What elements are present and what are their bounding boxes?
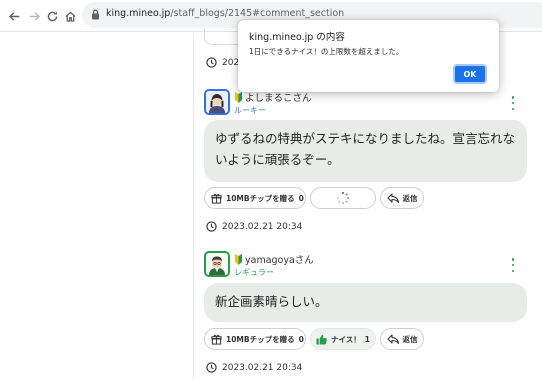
tip-count: 0 (298, 334, 304, 344)
tip-button[interactable]: 10MBチップを贈る 0 (204, 328, 306, 350)
arrow-left-icon (8, 11, 19, 21)
more-options-button[interactable] (510, 96, 516, 110)
timestamp-text: 2023.02.21 20:34 (222, 221, 303, 232)
tip-label: 10MBチップを贈る (226, 193, 295, 203)
nice-count: 1 (364, 334, 370, 344)
clock-icon (206, 57, 217, 68)
avatar[interactable] (204, 89, 230, 115)
nice-button-loading[interactable] (310, 187, 376, 209)
comment-author: yamagoyaさん (234, 252, 314, 266)
comment-actions: 10MBチップを贈る 0 ナイス！ 1 返信 (204, 328, 424, 350)
dot-icon (511, 96, 515, 99)
url-text: king.mineo.jp/staff_blogs/2145#comment_s… (106, 8, 344, 19)
comment-body: 新企画素晴らしい。 (204, 283, 527, 322)
dialog-title: king.mineo.jp の内容 (249, 32, 345, 43)
tip-count: 0 (298, 193, 304, 203)
beginner-leaf-icon (235, 253, 242, 265)
reload-icon (47, 10, 57, 21)
avatar[interactable] (204, 251, 230, 277)
dialog-message: 1日にできるナイス！の上限数を超えました。 (249, 47, 404, 56)
clock-icon (206, 221, 217, 232)
dot-icon (511, 258, 515, 261)
clock-icon (206, 362, 217, 373)
reply-label: 返信 (402, 334, 418, 344)
beginner-leaf-icon (235, 91, 242, 103)
arrow-right-icon (29, 11, 40, 21)
url-path: /staff_blogs/2145#comment_section (170, 8, 345, 19)
user-rank: ルーキー (234, 106, 266, 115)
reply-button[interactable]: 返信 (380, 187, 424, 209)
reply-icon (386, 193, 399, 203)
reply-icon (386, 334, 399, 344)
reply-button[interactable]: 返信 (380, 328, 424, 350)
more-options-button[interactable] (510, 258, 516, 272)
comment-actions: 10MBチップを贈る 0 返信 (204, 187, 424, 209)
gift-icon (211, 334, 222, 345)
timestamp-text: 2023.02.21 20:34 (222, 362, 303, 373)
user-rank: レギュラー (234, 268, 274, 277)
thumbs-up-icon (316, 334, 327, 345)
reply-label: 返信 (402, 193, 418, 203)
dot-icon (511, 269, 515, 272)
lock-icon (92, 9, 99, 20)
url-host: king.mineo.jp (106, 8, 171, 19)
dot-icon (511, 263, 515, 267)
comment-body: ゆずるねの特典がステキになりましたね。宣言忘れないように頑張るぞー。 (204, 120, 527, 182)
nice-label: ナイス！ (331, 334, 361, 344)
ok-button[interactable]: OK (453, 64, 487, 84)
gift-icon (211, 193, 222, 204)
nice-button[interactable]: ナイス！ 1 (310, 328, 376, 350)
comment-author: よしまるこさん (234, 90, 312, 104)
tip-label: 10MBチップを贈る (226, 334, 295, 344)
tip-button[interactable]: 10MBチップを贈る 0 (204, 187, 306, 209)
home-icon (65, 11, 75, 22)
home-button[interactable] (62, 8, 78, 24)
forward-button[interactable] (26, 8, 42, 24)
dot-icon (511, 101, 515, 105)
reload-button[interactable] (44, 8, 60, 24)
username[interactable]: よしまるこさん (245, 90, 312, 104)
comment-timestamp: 2023.02.21 20:34 (206, 221, 302, 232)
username[interactable]: yamagoyaさん (245, 252, 314, 266)
user-avatar-icon (206, 91, 228, 113)
loading-spinner-icon (336, 191, 350, 205)
back-button[interactable] (6, 8, 22, 24)
dot-icon (511, 107, 515, 110)
comment-timestamp: 2023.02.21 20:34 (206, 362, 302, 373)
user-avatar-icon (206, 253, 228, 275)
alert-dialog: king.mineo.jp の内容 1日にできるナイス！の上限数を超えました。 … (238, 20, 499, 92)
